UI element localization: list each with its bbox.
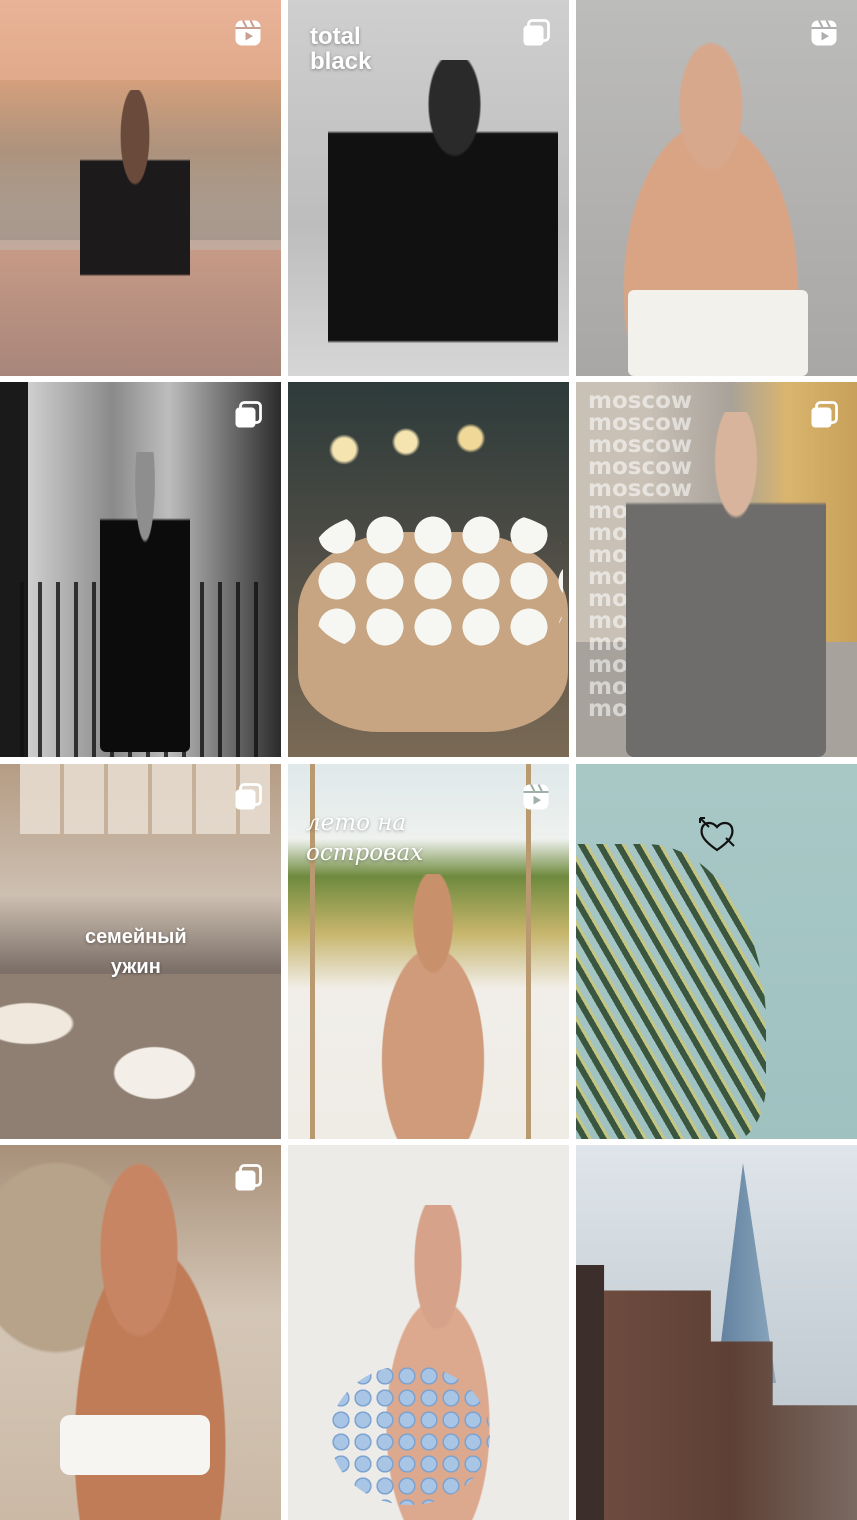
reel-icon [523, 784, 549, 810]
post-caption: total black [310, 23, 372, 76]
woman-figure [328, 60, 558, 355]
carousel-icon [235, 783, 262, 810]
reel-icon [811, 20, 837, 46]
reel-icon [235, 20, 261, 46]
swing-rope-right [526, 764, 531, 1139]
grid-post-roses[interactable] [288, 382, 569, 757]
grid-post-hydrangea[interactable] [288, 1145, 569, 1520]
woman-figure [100, 452, 190, 752]
white-roses [313, 512, 563, 652]
grid-post-shard[interactable] [576, 1145, 857, 1520]
grid-post-moscow[interactable]: moscowmoscowmoscowmoscowmoscowmoscowmosc… [576, 382, 857, 757]
caption-line-2: black [310, 48, 372, 76]
caption-line-1: total [310, 23, 361, 50]
caption-line-1: лето на [306, 810, 407, 836]
grid-post-rooftop[interactable] [0, 0, 281, 376]
woman-figure [626, 412, 826, 757]
white-top [628, 290, 808, 376]
grid-post-balcony[interactable] [0, 382, 281, 757]
profile-grid: total black moscowmoscowmoscowmoscowmosc… [0, 0, 857, 1520]
caption-line-2: ужин [110, 956, 161, 978]
carousel-icon [523, 19, 550, 46]
caption-line-2: островах [306, 840, 424, 866]
blue-hydrangea [330, 1365, 490, 1505]
woman-figure [348, 874, 518, 1139]
carousel-icon [811, 401, 838, 428]
white-top [60, 1415, 210, 1475]
grid-post-total-black[interactable]: total black [288, 0, 569, 376]
dinner-table [0, 974, 281, 1139]
grid-post-family-dinner[interactable]: семейный ужин [0, 764, 281, 1139]
carousel-icon [235, 1164, 262, 1191]
carousel-icon [235, 401, 262, 428]
caption-line-1: семейный [85, 926, 187, 948]
grid-post-palm[interactable] [576, 764, 857, 1139]
heart-arrow-icon [699, 817, 735, 852]
grid-post-island-swing[interactable]: лето на островах [288, 764, 569, 1139]
grid-post-beach-smile[interactable] [0, 1145, 281, 1520]
post-caption: семейный ужин [85, 922, 187, 982]
post-caption: лето на островах [306, 808, 423, 868]
woman-figure [80, 90, 190, 320]
grid-post-pearls[interactable] [576, 0, 857, 376]
